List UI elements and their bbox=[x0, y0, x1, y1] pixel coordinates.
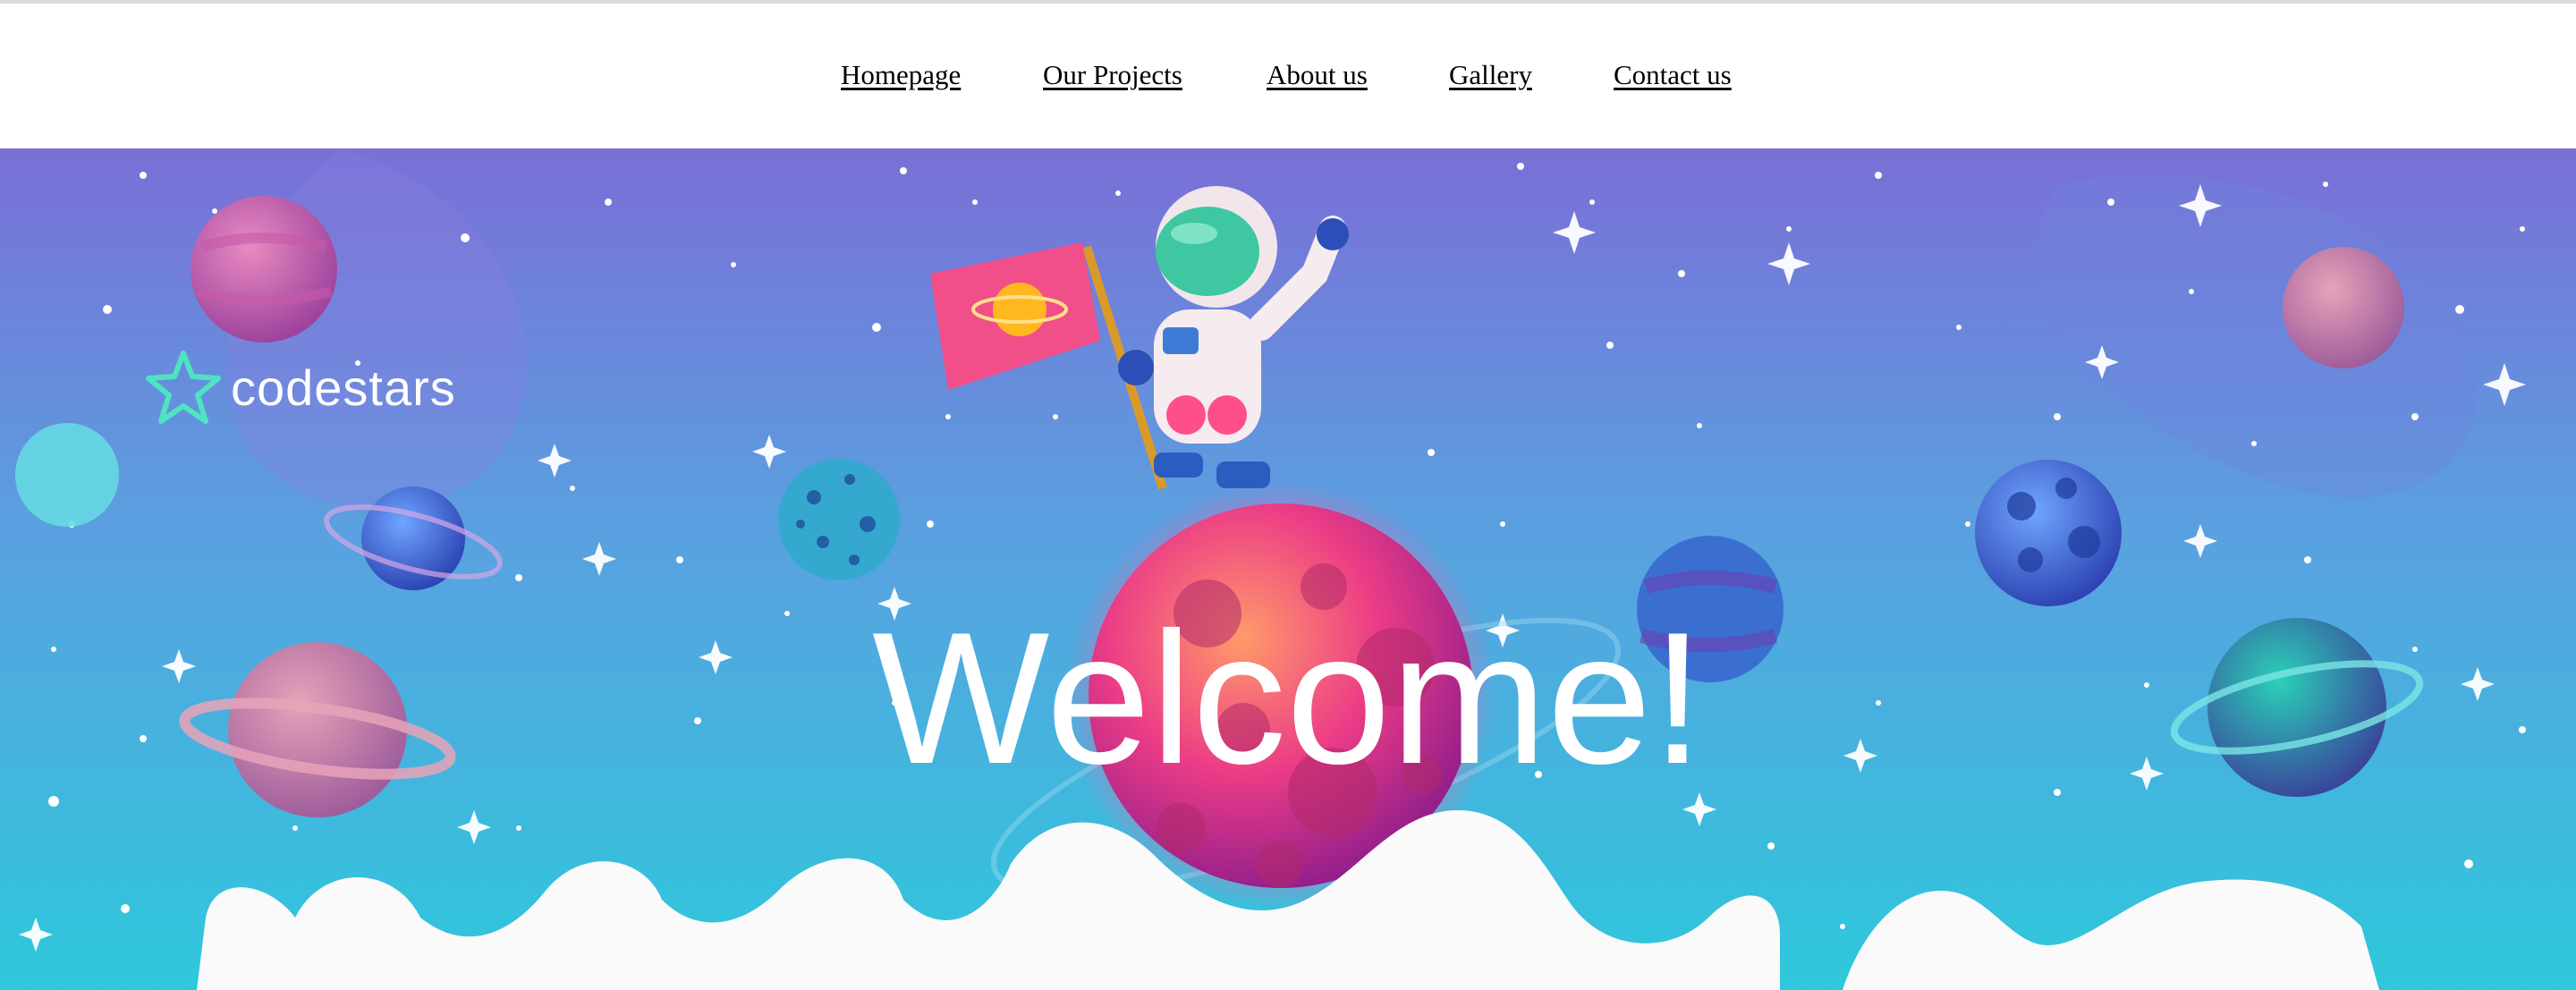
planet-purple bbox=[191, 196, 337, 343]
logo-text: codestars bbox=[231, 360, 456, 416]
space-background-illustration bbox=[0, 148, 2576, 990]
nav-link-contact-us[interactable]: Contact us bbox=[1614, 59, 1732, 91]
nav-link-our-projects[interactable]: Our Projects bbox=[1043, 59, 1182, 91]
hero-banner: codestars Welcome! bbox=[0, 148, 2576, 990]
nav-link-about-us[interactable]: About us bbox=[1267, 59, 1368, 91]
main-navigation: Homepage Our Projects About us Gallery C… bbox=[0, 4, 2576, 148]
nav-link-gallery[interactable]: Gallery bbox=[1449, 59, 1532, 91]
codestars-star-logo-icon bbox=[146, 351, 221, 424]
codestars-logo[interactable]: codestars bbox=[143, 348, 501, 428]
nav-link-homepage[interactable]: Homepage bbox=[841, 59, 961, 91]
hero-headline: Welcome! bbox=[872, 593, 1704, 803]
